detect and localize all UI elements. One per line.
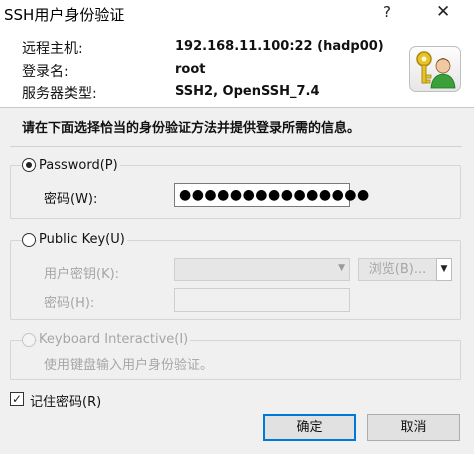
help-icon[interactable]: ? [383, 3, 391, 21]
chevron-down-icon: ▼ [338, 263, 345, 273]
keyboard-interactive-label[interactable]: Keyboard Interactive(I) [37, 332, 191, 347]
password-radio-label[interactable]: Password(P) [37, 158, 120, 173]
login-label: 登录名: [22, 64, 69, 80]
remember-password-label[interactable]: 记住密码(R) [30, 391, 101, 410]
instruction-divider [10, 146, 462, 147]
keyboard-interactive-radio[interactable] [22, 333, 36, 347]
window-title: SSH用户身份验证 [4, 6, 125, 24]
server-type-value: SSH2, OpenSSH_7.4 [175, 84, 320, 99]
instruction-text: 请在下面选择恰当的身份验证方法并提供登录所需的信息。 [22, 121, 361, 136]
browse-dropdown-button[interactable]: ▼ [436, 258, 452, 281]
server-type-label: 服务器类型: [22, 86, 97, 102]
title-bar: SSH用户身份验证 ? ✕ [0, 0, 474, 28]
remember-password-checkbox[interactable]: ✓ [10, 392, 24, 406]
host-label: 远程主机: [22, 41, 83, 57]
keyboard-interactive-description: 使用键盘输入用户身份验证。 [44, 358, 214, 373]
user-key-select[interactable]: ▼ [174, 258, 350, 281]
close-icon[interactable]: ✕ [436, 2, 450, 22]
password-field-label: 密码(W): [44, 192, 98, 207]
browse-button[interactable]: 浏览(B)... [358, 258, 437, 281]
host-value: 192.168.11.100:22 (hadp00) [175, 39, 384, 54]
user-key-label: 用户密钥(K): [44, 267, 120, 282]
cancel-button[interactable]: 取消 [367, 414, 460, 441]
passphrase-label: 密码(H): [44, 296, 95, 311]
password-input[interactable]: ●●●●●●●●●●●●●●● [174, 183, 369, 207]
ok-button[interactable]: 确定 [263, 414, 356, 441]
login-value: root [175, 62, 206, 77]
passphrase-input[interactable] [174, 288, 350, 312]
public-key-radio[interactable] [22, 233, 36, 247]
public-key-radio-label[interactable]: Public Key(U) [37, 232, 127, 247]
key-user-logo-icon [409, 46, 461, 92]
connection-info: 远程主机: 192.168.11.100:22 (hadp00) 登录名: ro… [0, 28, 474, 108]
password-radio[interactable] [22, 158, 36, 172]
